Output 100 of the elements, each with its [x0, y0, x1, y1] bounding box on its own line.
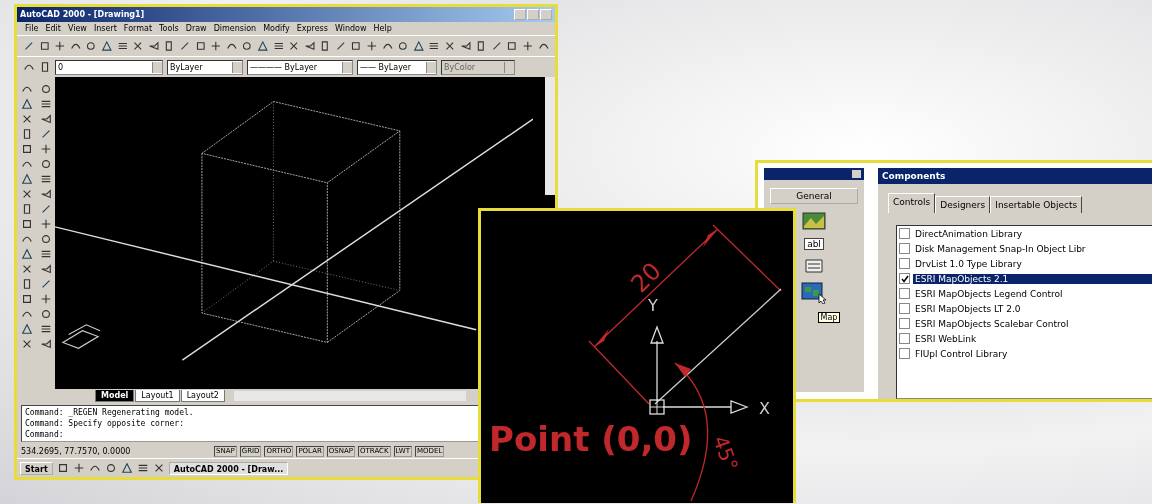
- list-item[interactable]: DrvList 1.0 Type Library: [913, 258, 1152, 269]
- tool-icon[interactable]: [178, 40, 191, 52]
- toolbox-tab[interactable]: General: [770, 188, 858, 204]
- checkbox[interactable]: [899, 228, 910, 239]
- menu-item[interactable]: Help: [373, 24, 392, 33]
- tool-icon[interactable]: [475, 40, 487, 52]
- layout-tab[interactable]: Layout2: [180, 390, 225, 402]
- tab[interactable]: Designers: [935, 196, 991, 213]
- list-item[interactable]: ESRI MapObjects LT 2.0: [913, 303, 1152, 314]
- list-item[interactable]: DirectAnimation Library: [913, 228, 1152, 239]
- checkbox[interactable]: [899, 318, 910, 329]
- menu-item[interactable]: File: [25, 24, 39, 33]
- dropdown[interactable]: —— ByLayer: [357, 59, 437, 75]
- tool-icon[interactable]: [20, 322, 33, 335]
- tool-icon[interactable]: [20, 172, 33, 185]
- tool-icon[interactable]: [39, 157, 52, 170]
- tool-icon[interactable]: [54, 40, 66, 52]
- checkbox[interactable]: [899, 333, 910, 344]
- tool-icon[interactable]: [350, 40, 363, 52]
- list-item[interactable]: Disk Management Snap-In Object Libr: [913, 243, 1152, 254]
- tab[interactable]: Insertable Objects: [990, 196, 1083, 213]
- tool-icon[interactable]: [116, 40, 129, 52]
- tool-icon[interactable]: [23, 40, 35, 52]
- tool-icon[interactable]: [272, 40, 285, 52]
- tool-icon[interactable]: [100, 40, 113, 52]
- tool-icon[interactable]: [20, 142, 33, 155]
- checkbox[interactable]: [899, 273, 910, 284]
- picture-box-icon[interactable]: [802, 212, 826, 230]
- tool-icon[interactable]: [428, 40, 441, 52]
- tool-icon[interactable]: [39, 337, 52, 350]
- tool-icon[interactable]: [39, 187, 52, 200]
- tool-icon[interactable]: [506, 40, 518, 52]
- menu-item[interactable]: Format: [123, 24, 153, 33]
- scrollbar[interactable]: [545, 77, 555, 195]
- tool-icon[interactable]: [38, 40, 51, 52]
- tool-icon[interactable]: [490, 40, 503, 52]
- tool-icon[interactable]: [412, 40, 425, 52]
- menu-item[interactable]: Express: [296, 24, 328, 33]
- taskbar-button[interactable]: AutoCAD 2000 - [Draw...: [168, 461, 289, 475]
- tool-icon[interactable]: [39, 232, 52, 245]
- tool-icon[interactable]: [39, 61, 51, 73]
- menu-item[interactable]: View: [67, 24, 87, 33]
- layout-tab[interactable]: Model: [95, 390, 135, 402]
- tool-icon[interactable]: [444, 40, 456, 52]
- menu-item[interactable]: Modify: [263, 24, 290, 33]
- tool-icon[interactable]: [104, 462, 117, 474]
- list-icon[interactable]: [804, 258, 824, 274]
- tool-icon[interactable]: [120, 462, 133, 474]
- tool-icon[interactable]: [39, 217, 52, 230]
- tool-icon[interactable]: [366, 40, 378, 52]
- tool-icon[interactable]: [163, 40, 175, 52]
- tool-icon[interactable]: [319, 40, 331, 52]
- tool-icon[interactable]: [72, 462, 85, 474]
- tool-icon[interactable]: [39, 112, 52, 125]
- tool-icon[interactable]: [303, 40, 316, 52]
- tool-icon[interactable]: [20, 217, 33, 230]
- dropdown[interactable]: ByLayer: [167, 59, 243, 75]
- menu-item[interactable]: Dimension: [213, 24, 257, 33]
- list-item[interactable]: ESRI WebLink: [913, 333, 1152, 344]
- tab[interactable]: Controls: [888, 193, 936, 213]
- tool-icon[interactable]: [132, 40, 144, 52]
- menu-item[interactable]: Edit: [45, 24, 61, 33]
- tool-icon[interactable]: [20, 97, 33, 110]
- list-item[interactable]: ESRI MapObjects 2.1: [913, 273, 1152, 284]
- start-button[interactable]: Start: [20, 461, 53, 475]
- checkbox[interactable]: [899, 288, 910, 299]
- tool-icon[interactable]: [522, 40, 534, 52]
- checkbox[interactable]: [899, 258, 910, 269]
- tool-icon[interactable]: [288, 40, 300, 52]
- menu-item[interactable]: Tools: [159, 24, 179, 33]
- dropdown[interactable]: 0: [55, 59, 163, 75]
- tool-icon[interactable]: [256, 40, 269, 52]
- tool-icon[interactable]: [85, 40, 97, 52]
- layout-tab[interactable]: Layout1: [135, 390, 180, 402]
- tool-icon[interactable]: [334, 40, 347, 52]
- tool-icon[interactable]: [39, 307, 52, 320]
- tool-icon[interactable]: [147, 40, 160, 52]
- menu-item[interactable]: Insert: [93, 24, 117, 33]
- tool-icon[interactable]: [56, 462, 69, 474]
- checkbox[interactable]: [899, 348, 910, 359]
- tool-icon[interactable]: [20, 247, 33, 260]
- checkbox[interactable]: [899, 303, 910, 314]
- tool-icon[interactable]: [194, 40, 207, 52]
- tool-icon[interactable]: [39, 142, 52, 155]
- list-item[interactable]: FlUpl Control Library: [913, 348, 1152, 359]
- list-item[interactable]: ESRI MapObjects Legend Control: [913, 288, 1152, 299]
- map-icon[interactable]: [801, 282, 827, 304]
- list-item[interactable]: ESRI MapObjects Scalebar Control: [913, 318, 1152, 329]
- menu-item[interactable]: Draw: [185, 24, 207, 33]
- tool-icon[interactable]: [39, 262, 52, 275]
- tool-icon[interactable]: [20, 292, 33, 305]
- tool-icon[interactable]: [210, 40, 222, 52]
- tool-icon[interactable]: [397, 40, 409, 52]
- tool-icon[interactable]: [459, 40, 472, 52]
- dropdown[interactable]: ———— ByLayer: [247, 59, 353, 75]
- tool-icon[interactable]: [136, 462, 149, 474]
- checkbox[interactable]: [899, 243, 910, 254]
- tool-icon[interactable]: [39, 292, 52, 305]
- menu-item[interactable]: Window: [334, 24, 367, 33]
- tool-icon[interactable]: [39, 82, 52, 95]
